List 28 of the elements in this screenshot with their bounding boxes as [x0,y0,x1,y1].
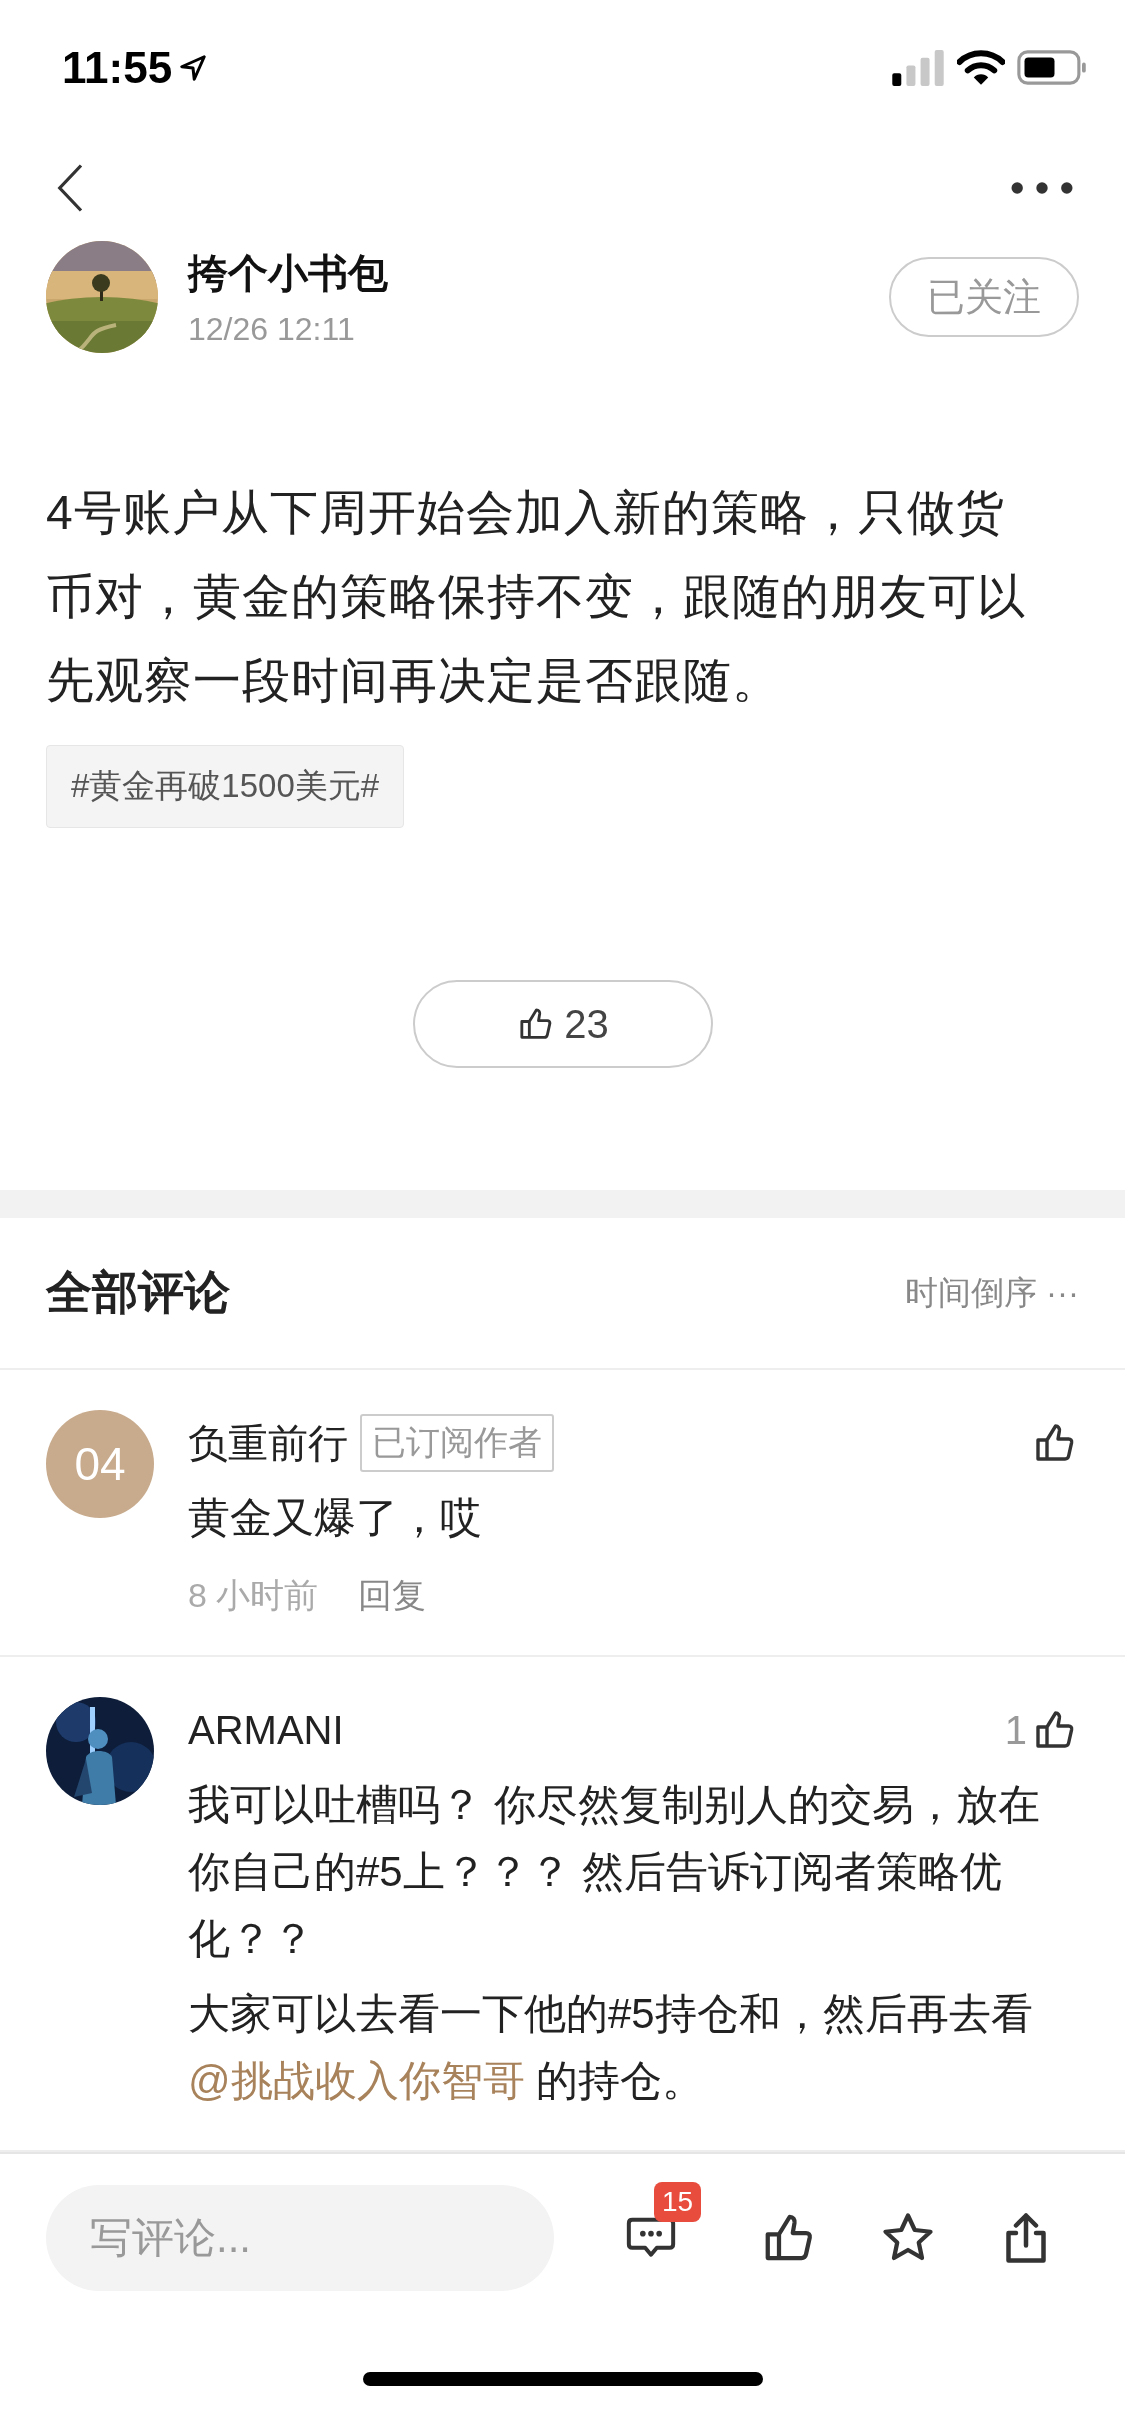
sort-button[interactable]: 时间倒序 ··· [904,1270,1079,1316]
follow-button[interactable]: 已关注 [889,257,1079,337]
mention-link[interactable]: @挑战收入你智哥 [188,2057,525,2104]
comment-text: 大家可以去看一下他的#5持仓和，然后再去看 @挑战收入你智哥 的持仓。 [188,1989,1034,2106]
post-date: 12/26 12:11 [188,311,356,348]
user-name[interactable]: 负重前行 [188,1415,348,1471]
count-badge: 15 [653,2182,702,2222]
subscriber-badge: 已订阅作者 [360,1414,554,1472]
more-icon [1011,181,1073,195]
battery-icon [1017,50,1087,85]
user-name[interactable]: ARMANI [188,1707,344,1753]
author-name[interactable]: 挎个小书包 [188,246,889,301]
signal-icon [891,49,945,86]
comment-field[interactable]: 写评论... [46,2185,554,2291]
comment-text: 黄金又爆了，哎 [188,1493,483,1543]
user-avatar[interactable]: 04 [46,1410,154,1518]
like-button[interactable]: 23 [412,980,713,1068]
wifi-icon [957,49,1005,86]
comment-text: 我可以吐槽吗？ 你尽然复制别人的交易，放在你自己的#5上？？？ 然后告诉订阅者策略优化？？ [188,1780,1041,1964]
section-title: 全部评论 [46,1265,230,1320]
post-text: 4号账户从下周开始会加入新的策略，只做货币对，黄金的策略保持不变，跟随的朋友可以先观察一段时间再决定是否跟随。 [46,485,1027,709]
topic-tag[interactable]: #黄金再破1500美元# [46,745,405,828]
location-arrow-icon [178,52,209,83]
reply-button[interactable]: 回复 [358,1573,427,1619]
comment-time: 8 小时前 [188,1575,319,1616]
comments-button[interactable]: 15 [623,2182,702,2268]
like-button[interactable]: 1 [1004,1706,1079,1754]
clock-time: 11:55 [62,42,173,93]
